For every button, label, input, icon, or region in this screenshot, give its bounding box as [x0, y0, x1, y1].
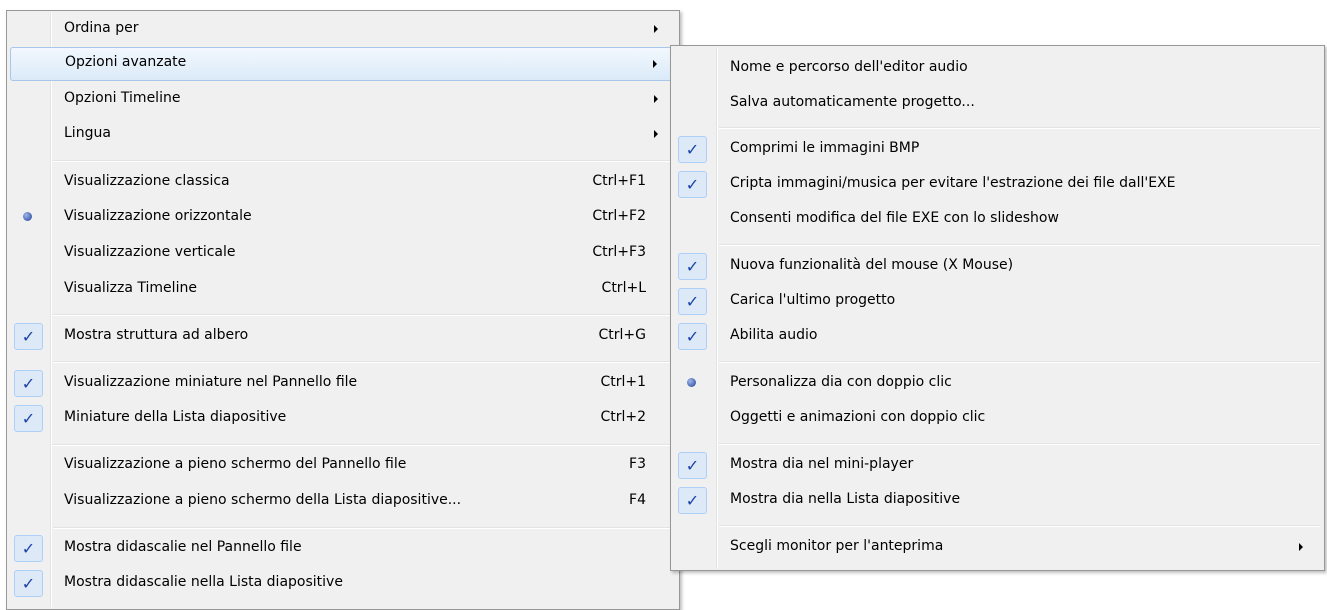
check-icon: ✓	[14, 405, 43, 432]
menu-item-label: Personalizza dia con doppio clic	[730, 374, 952, 390]
menu-item-label: Ordina per	[64, 20, 139, 36]
menu-item-label: Visualizzazione verticale	[64, 244, 236, 260]
menu-item-label: Mostra dia nel mini-player	[730, 456, 914, 472]
context-menu: Ordina per Opzioni avanzate Opzioni Time…	[6, 10, 680, 610]
menu-item-visualizzazione-orizzontale[interactable]: Visualizzazione orizzontale Ctrl+F2	[10, 201, 676, 235]
menu-item-label: Visualizzazione a pieno schermo della Li…	[64, 492, 462, 508]
menu-item-editor-audio[interactable]: Nome e percorso dell'editor audio	[674, 52, 1321, 86]
menu-item-label: Opzioni Timeline	[64, 90, 181, 106]
menu-item-label: Scegli monitor per l'anteprima	[730, 538, 944, 554]
menu-item-x-mouse[interactable]: ✓ Nuova funzionalità del mouse (X Mouse)	[674, 250, 1321, 284]
menu-item-label: Visualizza Timeline	[64, 280, 197, 296]
menu-item-pieno-schermo-pannello-file[interactable]: Visualizzazione a pieno schermo del Pann…	[10, 449, 676, 483]
menu-item-shortcut: Ctrl+2	[600, 409, 646, 425]
menu-item-carica-ultimo-progetto[interactable]: ✓ Carica l'ultimo progetto	[674, 285, 1321, 319]
menu-item-shortcut: Ctrl+1	[600, 374, 646, 390]
menu-item-didascalie-lista-diapositive[interactable]: ✓ Mostra didascalie nella Lista diaposit…	[10, 567, 676, 601]
menu-separator	[53, 444, 675, 446]
menu-item-label: Lingua	[64, 125, 111, 141]
menu-item-label: Nome e percorso dell'editor audio	[730, 59, 968, 75]
menu-separator	[53, 527, 675, 529]
menu-item-miniature-pannello-file[interactable]: ✓ Visualizzazione miniature nel Pannello…	[10, 367, 676, 401]
menu-separator	[53, 160, 675, 162]
menu-item-label: Carica l'ultimo progetto	[730, 292, 896, 308]
check-icon: ✓	[14, 370, 43, 397]
check-icon: ✓	[678, 136, 707, 163]
menu-item-visualizzazione-classica[interactable]: Visualizzazione classica Ctrl+F1	[10, 166, 676, 200]
menu-item-label: Nuova funzionalità del mouse (X Mouse)	[730, 257, 1014, 273]
check-icon: ✓	[678, 452, 707, 479]
menu-item-shortcut: Ctrl+G	[598, 327, 647, 343]
menu-item-consenti-modifica-exe[interactable]: Consenti modifica del file EXE con lo sl…	[674, 203, 1321, 237]
menu-item-label: Oggetti e animazioni con doppio clic	[730, 409, 986, 425]
menu-separator	[719, 244, 1320, 246]
menu-item-salva-automaticamente[interactable]: Salva automaticamente progetto...	[674, 87, 1321, 121]
menu-item-label: Visualizzazione orizzontale	[64, 208, 252, 224]
check-icon: ✓	[678, 323, 707, 350]
menu-item-label: Comprimi le immagini BMP	[730, 140, 920, 156]
menu-item-shortcut: F4	[629, 492, 646, 508]
menu-item-shortcut: Ctrl+F3	[592, 244, 646, 260]
menu-item-opzioni-avanzate[interactable]: Opzioni avanzate	[10, 47, 676, 81]
menu-item-shortcut: Ctrl+L	[601, 280, 646, 296]
check-icon: ✓	[678, 253, 707, 280]
submenu-arrow-icon	[653, 60, 657, 68]
menu-item-label: Opzioni avanzate	[65, 54, 187, 70]
check-icon: ✓	[678, 487, 707, 514]
menu-item-ordina-per[interactable]: Ordina per	[10, 13, 676, 47]
menu-item-pieno-schermo-lista-diapositive[interactable]: Visualizzazione a pieno schermo della Li…	[10, 485, 676, 519]
menu-item-personalizza-dia[interactable]: Personalizza dia con doppio clic	[674, 367, 1321, 401]
menu-item-label: Miniature della Lista diapositive	[64, 409, 287, 425]
menu-item-shortcut: F3	[629, 456, 646, 472]
menu-item-dia-lista-diapositive[interactable]: ✓ Mostra dia nella Lista diapositive	[674, 484, 1321, 518]
menu-separator	[719, 443, 1320, 445]
menu-item-visualizzazione-verticale[interactable]: Visualizzazione verticale Ctrl+F3	[10, 237, 676, 271]
menu-item-label: Consenti modifica del file EXE con lo sl…	[730, 210, 1059, 226]
menu-item-oggetti-animazioni[interactable]: Oggetti e animazioni con doppio clic	[674, 402, 1321, 436]
menu-item-shortcut: Ctrl+F2	[592, 208, 646, 224]
menu-item-label: Salva automaticamente progetto...	[730, 94, 975, 110]
check-icon: ✓	[14, 570, 43, 597]
menu-item-label: Visualizzazione classica	[64, 173, 230, 189]
menu-item-opzioni-timeline[interactable]: Opzioni Timeline	[10, 83, 676, 117]
menu-separator	[719, 525, 1320, 527]
check-icon: ✓	[678, 171, 707, 198]
check-icon: ✓	[678, 288, 707, 315]
menu-item-abilita-audio[interactable]: ✓ Abilita audio	[674, 320, 1321, 354]
check-icon: ✓	[14, 323, 43, 350]
menu-item-label: Mostra didascalie nella Lista diapositiv…	[64, 574, 343, 590]
menu-separator	[53, 314, 675, 316]
menu-separator	[53, 361, 675, 363]
radio-dot-icon	[23, 212, 32, 221]
menu-item-label: Visualizzazione a pieno schermo del Pann…	[64, 456, 407, 472]
submenu-opzioni-avanzate: Nome e percorso dell'editor audio Salva …	[670, 45, 1325, 571]
submenu-arrow-icon	[654, 130, 658, 138]
menu-item-mostra-struttura-albero[interactable]: ✓ Mostra struttura ad albero Ctrl+G	[10, 320, 676, 354]
menu-item-miniature-lista-diapositive[interactable]: ✓ Miniature della Lista diapositive Ctrl…	[10, 402, 676, 436]
menu-item-visualizza-timeline[interactable]: Visualizza Timeline Ctrl+L	[10, 273, 676, 307]
menu-separator	[719, 361, 1320, 363]
radio-dot-icon	[687, 378, 696, 387]
submenu-arrow-icon	[654, 25, 658, 33]
menu-item-label: Mostra dia nella Lista diapositive	[730, 491, 961, 507]
check-icon: ✓	[14, 535, 43, 562]
submenu-arrow-icon	[1299, 543, 1303, 551]
menu-item-label: Abilita audio	[730, 327, 818, 343]
menu-item-comprimi-bmp[interactable]: ✓ Comprimi le immagini BMP	[674, 133, 1321, 167]
menu-item-label: Mostra struttura ad albero	[64, 327, 249, 343]
menu-item-lingua[interactable]: Lingua	[10, 118, 676, 152]
menu-item-label: Mostra didascalie nel Pannello file	[64, 539, 302, 555]
menu-item-label: Visualizzazione miniature nel Pannello f…	[64, 374, 358, 390]
menu-item-scegli-monitor[interactable]: Scegli monitor per l'anteprima	[674, 531, 1321, 565]
menu-item-didascalie-pannello-file[interactable]: ✓ Mostra didascalie nel Pannello file	[10, 532, 676, 566]
menu-separator	[719, 127, 1320, 129]
menu-item-cripta-immagini[interactable]: ✓ Cripta immagini/musica per evitare l'e…	[674, 168, 1321, 202]
menu-item-mini-player[interactable]: ✓ Mostra dia nel mini-player	[674, 449, 1321, 483]
menu-item-label: Cripta immagini/musica per evitare l'est…	[730, 175, 1176, 191]
submenu-arrow-icon	[654, 95, 658, 103]
menu-item-shortcut: Ctrl+F1	[592, 173, 646, 189]
